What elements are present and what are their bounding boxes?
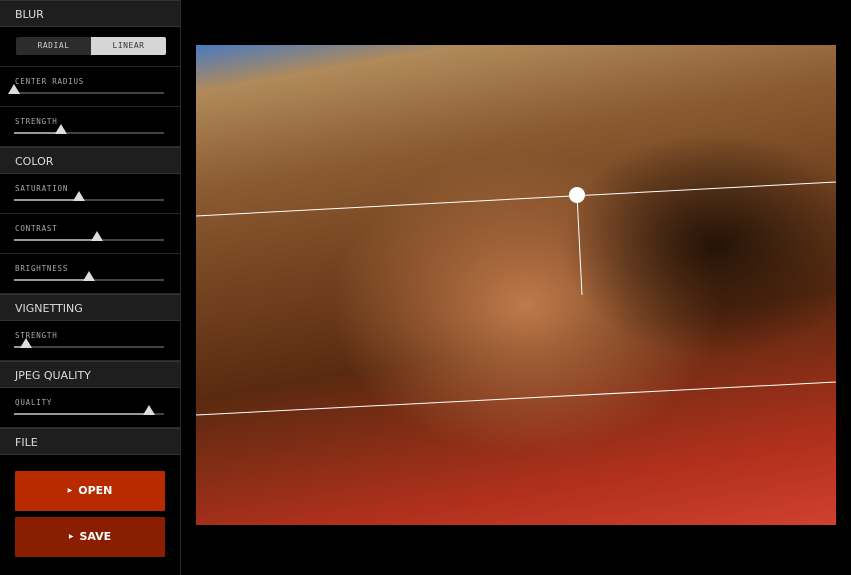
slider-track[interactable] xyxy=(8,84,164,94)
focus-line-top[interactable] xyxy=(196,181,836,217)
slider-label: SATURATION xyxy=(15,184,69,193)
slider-thumb[interactable] xyxy=(20,338,32,348)
blur-mode-control: RADIAL LINEAR xyxy=(0,27,180,67)
slider-label: QUALITY xyxy=(15,398,53,407)
slider-label: CONTRAST xyxy=(15,224,58,233)
slider-thumb[interactable] xyxy=(8,84,20,94)
slider-fill xyxy=(14,239,97,241)
slider-fill xyxy=(14,279,89,281)
slider-track[interactable] xyxy=(14,231,164,241)
blur-mode-toggle: RADIAL LINEAR xyxy=(16,37,166,55)
slider-thumb[interactable] xyxy=(72,191,85,201)
slider-track[interactable] xyxy=(14,191,164,201)
slider-blur-strength[interactable]: STRENGTH xyxy=(0,107,180,147)
slider-track[interactable] xyxy=(14,405,164,415)
sidebar: BLUR RADIAL LINEAR CENTER RADIUS STRENGT… xyxy=(0,0,181,575)
section-header-file: FILE xyxy=(0,428,180,455)
center-handle[interactable] xyxy=(569,187,585,203)
slider-thumb[interactable] xyxy=(143,405,155,415)
slider-label: CENTER RADIUS xyxy=(15,77,85,86)
slider-vignetting-strength[interactable]: STRENGTH xyxy=(0,321,180,361)
slider-fill xyxy=(14,413,149,415)
slider-track[interactable] xyxy=(14,271,164,281)
section-header-vignetting: VIGNETTING xyxy=(0,294,180,321)
save-button[interactable]: ▶ SAVE xyxy=(15,517,165,557)
rotation-handle-line xyxy=(576,194,583,296)
slider-center-radius[interactable]: CENTER RADIUS xyxy=(0,67,180,107)
section-header-color: COLOR xyxy=(0,147,180,174)
section-header-jpeg-quality: JPEG QUALITY xyxy=(0,361,180,388)
slider-track[interactable] xyxy=(14,124,164,134)
section-header-blur: BLUR xyxy=(0,0,180,27)
slider-thumb[interactable] xyxy=(54,124,67,134)
slider-thumb[interactable] xyxy=(83,271,95,281)
slider-quality[interactable]: QUALITY xyxy=(0,388,180,428)
tilt-shift-overlay[interactable] xyxy=(196,45,836,525)
slider-saturation[interactable]: SATURATION xyxy=(0,174,180,214)
slider-label: STRENGTH xyxy=(15,117,58,126)
open-button[interactable]: ▶ OPEN xyxy=(15,471,165,511)
slider-label: BRIGHTNESS xyxy=(15,264,69,273)
slider-fill xyxy=(14,199,79,201)
slider-track[interactable] xyxy=(14,338,164,348)
slider-contrast[interactable]: CONTRAST xyxy=(0,214,180,254)
save-label: SAVE xyxy=(79,530,112,543)
blur-mode-linear[interactable]: LINEAR xyxy=(91,37,166,55)
slider-thumb[interactable] xyxy=(90,231,103,241)
blur-mode-radial[interactable]: RADIAL xyxy=(16,37,91,55)
play-arrow-icon: ▶ xyxy=(67,487,73,494)
play-arrow-icon: ▶ xyxy=(68,533,74,540)
focus-line-bottom[interactable] xyxy=(196,381,836,416)
photo-canvas[interactable] xyxy=(196,45,836,525)
slider-brightness[interactable]: BRIGHTNESS xyxy=(0,254,180,294)
open-label: OPEN xyxy=(78,484,113,497)
